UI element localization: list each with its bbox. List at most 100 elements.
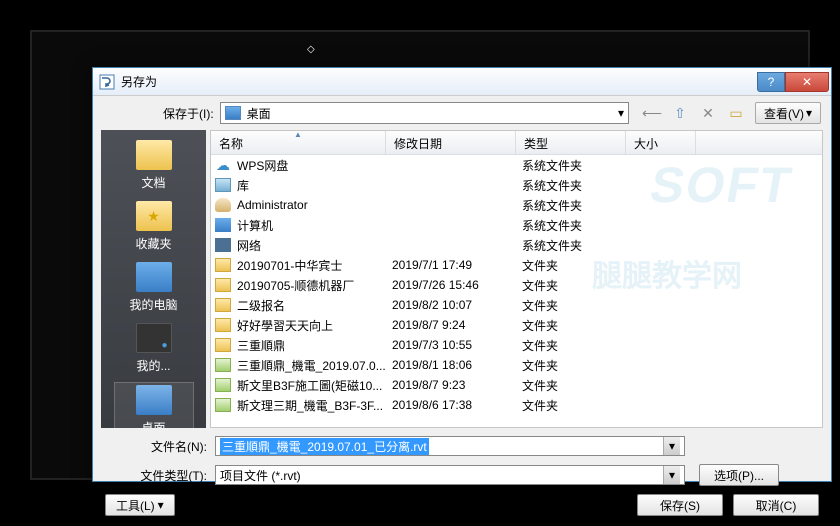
sidebar-item-label: 我的电脑: [129, 296, 177, 313]
file-name: 二级报名: [237, 297, 392, 314]
titlebar[interactable]: 另存为 ? ✕: [93, 68, 831, 96]
file-date: 2019/8/1 18:06: [392, 358, 522, 372]
filetype-dropdown[interactable]: 项目文件 (*.rvt): [215, 465, 685, 485]
list-item[interactable]: 三重順鼎2019/7/3 10:55文件夹: [211, 335, 822, 355]
pfolder-icon: [215, 398, 231, 412]
comp-icon: [215, 218, 231, 232]
file-name: 好好學習天天向上: [237, 317, 392, 334]
list-item[interactable]: 斯文理三期_機電_B3F-3F...2019/8/6 17:38文件夹: [211, 395, 822, 415]
col-type[interactable]: 类型: [516, 131, 626, 154]
file-date: 2019/8/7 9:24: [392, 318, 522, 332]
list-item[interactable]: 20190705-顺德机器厂2019/7/26 15:46文件夹: [211, 275, 822, 295]
col-size[interactable]: 大小: [626, 131, 696, 154]
list-item[interactable]: 库 系统文件夹: [211, 175, 822, 195]
file-type: 系统文件夹: [522, 217, 632, 234]
sidebar-item-label: 我的...: [136, 357, 170, 374]
help-button[interactable]: ?: [757, 72, 785, 92]
outer-frame: ◇ 另存为 ? ✕ 保存于(I): 桌面 ⟵ ⇧ ✕ ▭ 查看(V) 文档收藏夹…: [30, 30, 810, 480]
save-in-label: 保存于(I):: [163, 105, 214, 122]
folder-icon: [215, 298, 231, 312]
save-in-value: 桌面: [247, 105, 271, 122]
file-type: 系统文件夹: [522, 237, 632, 254]
net-icon: [136, 323, 172, 353]
location-toolbar: 保存于(I): 桌面 ⟵ ⇧ ✕ ▭ 查看(V): [93, 96, 831, 130]
file-type: 系统文件夹: [522, 197, 632, 214]
save-as-dialog: 另存为 ? ✕ 保存于(I): 桌面 ⟵ ⇧ ✕ ▭ 查看(V) 文档收藏夹我的…: [92, 67, 832, 482]
save-in-dropdown[interactable]: 桌面: [220, 102, 629, 124]
tools-button[interactable]: 工具(L): [105, 494, 175, 516]
sidebar-item-label: 文档: [141, 174, 165, 191]
file-date: 2019/7/3 10:55: [392, 338, 522, 352]
file-name: 计算机: [237, 217, 392, 234]
up-icon[interactable]: ⇧: [671, 104, 689, 122]
file-date: 2019/7/26 15:46: [392, 278, 522, 292]
sidebar-item-comp[interactable]: 我的电脑: [114, 260, 194, 315]
bottom-panel: 文件名(N): 三重順鼎_機電_2019.07.01_已分离.rvt 文件类型(…: [93, 428, 831, 526]
filename-input[interactable]: 三重順鼎_機電_2019.07.01_已分离.rvt: [215, 436, 685, 456]
file-type: 文件夹: [522, 397, 632, 414]
list-item[interactable]: 好好學習天天向上2019/8/7 9:24文件夹: [211, 315, 822, 335]
app-icon: [99, 74, 115, 90]
delete-icon[interactable]: ✕: [699, 104, 717, 122]
save-button[interactable]: 保存(S): [637, 494, 723, 516]
file-date: 2019/7/1 17:49: [392, 258, 522, 272]
col-name[interactable]: ▲名称: [211, 131, 386, 154]
sidebar-item-net[interactable]: 我的...: [114, 321, 194, 376]
file-name: 斯文里B3F施工圖(矩磁10...: [237, 377, 392, 394]
list-item[interactable]: Administrator系统文件夹: [211, 195, 822, 215]
net-icon: [215, 238, 231, 252]
cancel-button[interactable]: 取消(C): [733, 494, 819, 516]
file-type: 文件夹: [522, 357, 632, 374]
folder-icon: [215, 258, 231, 272]
list-body: ☁WPS网盘系统文件夹库系统文件夹Administrator系统文件夹计算机系统…: [211, 155, 822, 415]
list-item[interactable]: ☁ WPS网盘 系统文件夹: [211, 155, 822, 175]
file-date: 2019/8/2 10:07: [392, 298, 522, 312]
lib-icon: [215, 178, 231, 192]
file-type: 系统文件夹: [522, 177, 632, 194]
file-name: WPS网盘: [237, 157, 392, 174]
new-folder-icon[interactable]: ▭: [727, 104, 745, 122]
file-type: 文件夹: [522, 317, 632, 334]
cursor-marker: ◇: [307, 44, 315, 55]
list-item[interactable]: 网络 系统文件夹: [211, 235, 822, 255]
comp-icon: [136, 262, 172, 292]
desktop-icon: [225, 106, 241, 120]
list-item[interactable]: 二级报名2019/8/2 10:07文件夹: [211, 295, 822, 315]
file-list: SOFT 腿腿教学网 ▲名称 修改日期 类型 大小 ☁WPS网盘系统文件夹库系统…: [210, 130, 823, 428]
file-type: 系统文件夹: [522, 157, 632, 174]
back-icon[interactable]: ⟵: [643, 104, 661, 122]
sidebar-item-label: 桌面: [141, 419, 165, 428]
list-item[interactable]: 斯文里B3F施工圖(矩磁10...2019/8/7 9:23文件夹: [211, 375, 822, 395]
desk-icon: [136, 385, 172, 415]
folder-icon: [215, 318, 231, 332]
folder-icon: [215, 338, 231, 352]
pfolder-icon: [215, 378, 231, 392]
sidebar-item-folder[interactable]: 文档: [114, 138, 194, 193]
file-name: 20190705-顺德机器厂: [237, 277, 392, 294]
close-button[interactable]: ✕: [785, 72, 829, 92]
file-date: 2019/8/6 17:38: [392, 398, 522, 412]
folder-icon: [136, 140, 172, 170]
list-item[interactable]: 20190701-中华宾士2019/7/1 17:49文件夹: [211, 255, 822, 275]
pfolder-icon: [215, 358, 231, 372]
file-type: 文件夹: [522, 277, 632, 294]
filename-label: 文件名(N):: [105, 438, 215, 455]
col-date[interactable]: 修改日期: [386, 131, 516, 154]
sidebar-item-fav[interactable]: 收藏夹: [114, 199, 194, 254]
file-name: 库: [237, 177, 392, 194]
view-button[interactable]: 查看(V): [755, 102, 821, 124]
folder-icon: [215, 278, 231, 292]
places-sidebar: 文档收藏夹我的电脑我的... 桌面: [101, 130, 206, 428]
list-item[interactable]: 计算机 系统文件夹: [211, 215, 822, 235]
file-type: 文件夹: [522, 257, 632, 274]
cloud-icon: ☁: [215, 158, 231, 172]
list-header: ▲名称 修改日期 类型 大小: [211, 131, 822, 155]
file-type: 文件夹: [522, 377, 632, 394]
list-item[interactable]: 三重順鼎_機電_2019.07.0...2019/8/1 18:06文件夹: [211, 355, 822, 375]
filename-value: 三重順鼎_機電_2019.07.01_已分离.rvt: [220, 438, 429, 455]
dialog-title: 另存为: [121, 73, 757, 90]
fav-icon: [136, 201, 172, 231]
options-button[interactable]: 选项(P)...: [699, 464, 779, 486]
sidebar-item-desk[interactable]: 桌面: [114, 382, 194, 428]
file-name: 网络: [237, 237, 392, 254]
